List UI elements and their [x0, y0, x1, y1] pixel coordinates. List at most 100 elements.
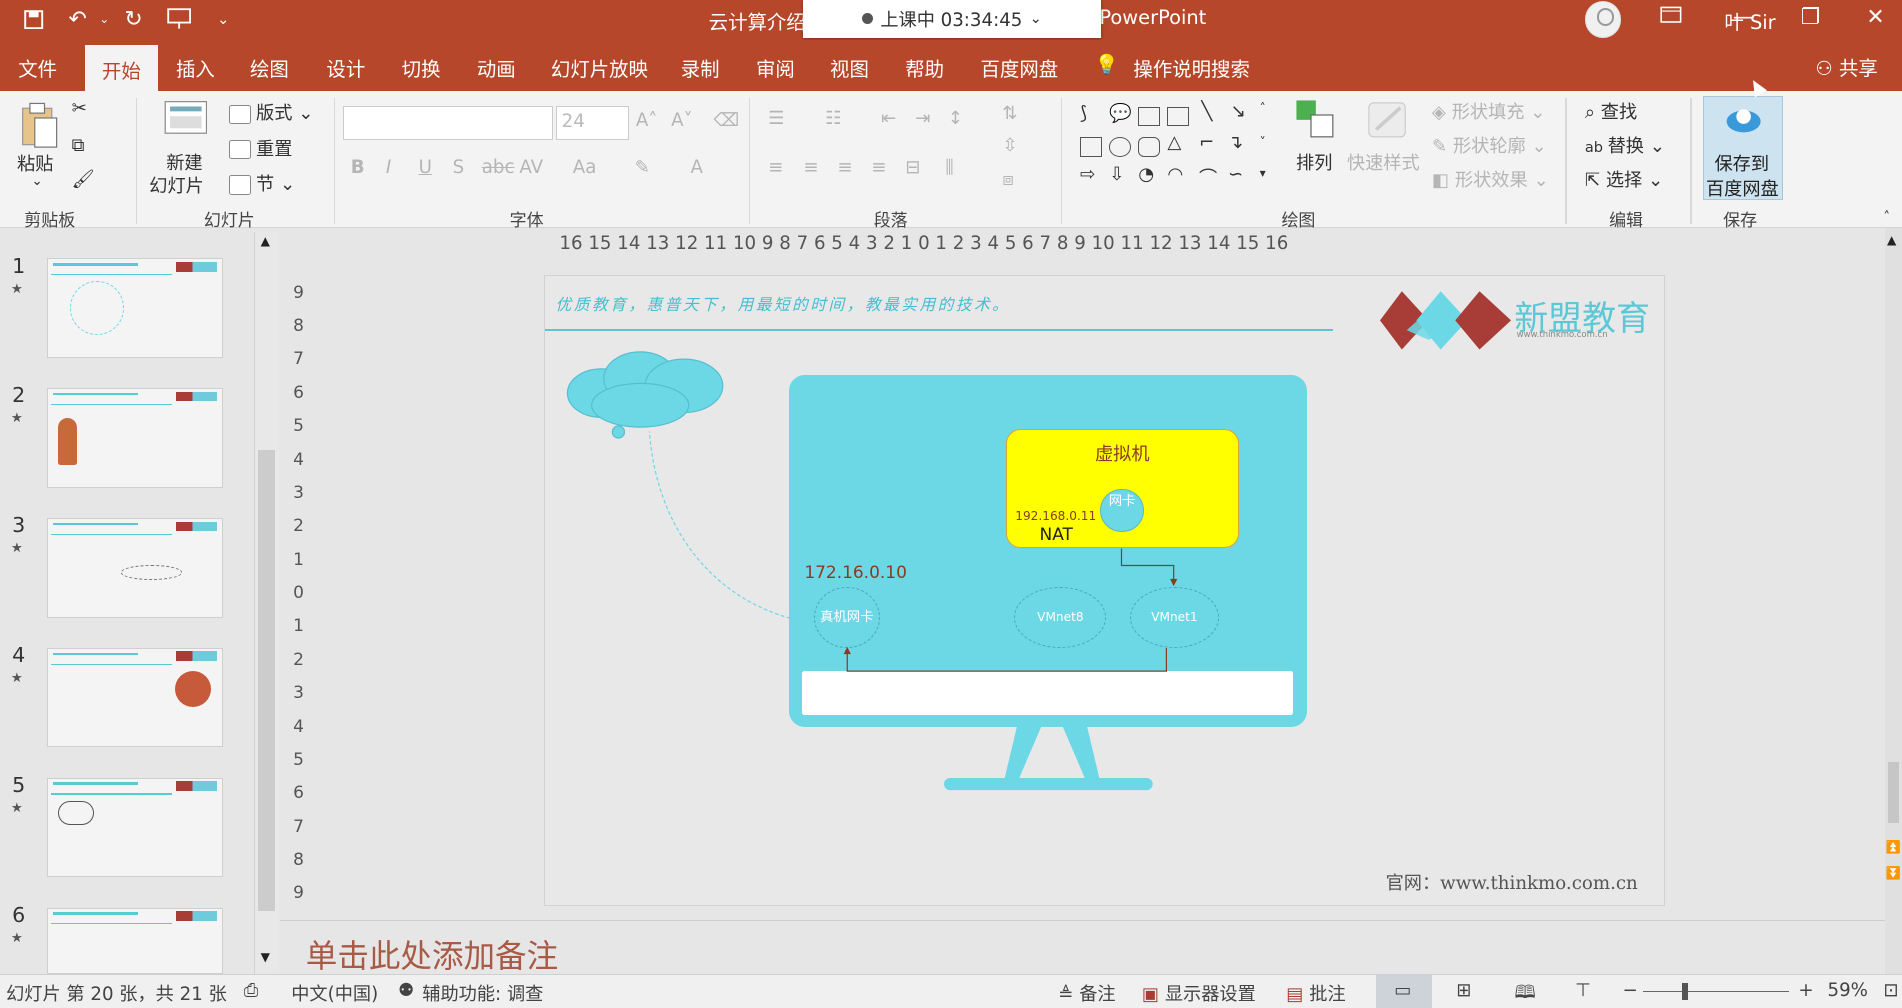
select-button[interactable]: ⇱ 选择 ⌄ [1585, 166, 1663, 192]
thumbnail-slide-2[interactable] [47, 388, 224, 488]
shape-elbow-arrow-icon[interactable]: ↴ [1228, 132, 1243, 153]
tab-record[interactable]: 录制 [681, 53, 720, 82]
reading-view-button[interactable]: 🕮 [1497, 975, 1553, 1008]
smartart-icon[interactable]: ⧈ [1002, 169, 1014, 190]
zoom-level[interactable]: 59% [1828, 980, 1868, 1001]
distribute-icon[interactable]: ⊟ [905, 157, 920, 178]
numbering-icon[interactable]: ☷ [825, 108, 841, 129]
minimize-icon[interactable]: — [1733, 5, 1755, 30]
zoom-in-button[interactable]: + [1798, 980, 1813, 1001]
align-right-icon[interactable]: ≡ [837, 157, 852, 178]
shape-right-arrow-icon[interactable]: ⇨ [1080, 164, 1095, 185]
increase-font-icon[interactable]: A˄ [636, 110, 658, 131]
avatar[interactable] [1584, 1, 1622, 38]
spellcheck-icon[interactable]: ⎙ [244, 980, 259, 1001]
redo-icon[interactable]: ↻ [119, 5, 148, 34]
thumbnail-slide-1[interactable] [47, 258, 224, 358]
scroll-up-icon[interactable]: ▲ [261, 234, 270, 248]
tab-draw[interactable]: 绘图 [250, 53, 289, 82]
present-icon[interactable] [165, 5, 194, 34]
italic-icon[interactable]: I [386, 157, 391, 178]
slide-canvas[interactable]: 优质教育，惠普天下，用最短的时间，教最实用的技术。 新盟教育 www.think… [543, 275, 1665, 907]
comments-toggle[interactable]: ▤ 批注 [1286, 980, 1345, 1006]
shape-fill-button[interactable]: ◈ 形状填充 ⌄ [1432, 98, 1546, 124]
tab-animations[interactable]: 动画 [477, 53, 516, 82]
shape-effects-button[interactable]: ◧ 形状效果 ⌄ [1432, 166, 1549, 192]
new-slide-icon[interactable] [164, 98, 208, 147]
format-painter-icon[interactable]: 🖌 [72, 169, 95, 190]
copy-icon[interactable]: ⧉ [72, 135, 85, 156]
shape-curve-arrow-icon[interactable]: ∽ [1228, 164, 1243, 185]
language-indicator[interactable]: 中文(中国) [291, 980, 378, 1006]
save-icon[interactable] [19, 5, 48, 34]
text-direction-icon[interactable]: ⇅ [1002, 103, 1017, 124]
recording-timer[interactable]: 上课中 03:34:45 ⌄ [803, 0, 1101, 38]
tab-view[interactable]: 视图 [830, 53, 869, 82]
clear-format-icon[interactable]: ⌫ [714, 110, 740, 131]
thumbnail-slide-5[interactable] [47, 777, 224, 878]
shape-triangle-icon[interactable]: △ [1167, 132, 1181, 153]
shape-rect-icon[interactable] [1080, 137, 1102, 157]
arrange-icon[interactable] [1294, 98, 1335, 144]
align-center-icon[interactable]: ≡ [803, 157, 818, 178]
shape-elbow-icon[interactable]: ⌐ [1199, 132, 1214, 153]
align-text-icon[interactable]: ⇳ [1002, 135, 1017, 156]
computer-monitor[interactable]: 虚拟机 192.168.0.11 NAT 网卡 172.16.0.10 真机网卡… [788, 374, 1307, 727]
strikethrough-icon[interactable]: abc [482, 157, 515, 178]
thumbnail-slide-3[interactable] [47, 518, 224, 618]
customize-toolbar-icon[interactable]: ⌄ [209, 5, 238, 34]
shape-line-icon[interactable]: ╲ [1201, 101, 1212, 122]
tab-design[interactable]: 设计 [326, 53, 365, 82]
font-color-icon[interactable]: A [690, 157, 702, 178]
zoom-out-button[interactable]: − [1622, 980, 1637, 1001]
next-slide-icon[interactable]: ⏬ [1886, 866, 1901, 880]
find-button[interactable]: ⌕ 查找 [1585, 98, 1637, 124]
accessibility-status[interactable]: 辅助功能: 调查 [422, 980, 543, 1006]
scroll-down-icon[interactable]: ▼ [261, 950, 270, 964]
shape-arrow-icon[interactable]: ↘ [1230, 101, 1245, 122]
notes-pane[interactable]: 单击此处添加备注 [280, 919, 1885, 977]
decrease-font-icon[interactable]: A˅ [671, 110, 693, 131]
tab-insert[interactable]: 插入 [176, 53, 215, 82]
bold-icon[interactable]: B [351, 157, 365, 178]
quick-styles-button[interactable]: 快速样式 [1347, 149, 1420, 175]
editor-scrollbar[interactable]: ▲ ⏫ ⏬ [1884, 228, 1902, 975]
shape-chord-icon[interactable]: ◠ [1167, 164, 1183, 185]
gallery-scroll-down-icon[interactable]: ˅ [1260, 135, 1266, 149]
close-icon[interactable]: ✕ [1866, 5, 1884, 30]
arrange-button[interactable]: 排列 [1296, 149, 1332, 175]
replace-button[interactable]: ab 替换 ⌄ [1585, 132, 1665, 158]
underline-icon[interactable]: U [419, 157, 432, 178]
shape-outline-button[interactable]: ✎ 形状轮廓 ⌄ [1432, 132, 1547, 158]
paste-icon[interactable] [19, 101, 58, 155]
shape-arc-icon[interactable]: ⌒ [1199, 164, 1217, 190]
save-to-baidu-button[interactable]: 保存到 百度网盘 [1702, 95, 1783, 201]
shape-textbox-icon[interactable] [1138, 106, 1161, 127]
line-spacing-icon[interactable]: ↕ [948, 108, 963, 129]
notes-toggle[interactable]: ≜ 备注 [1058, 980, 1115, 1006]
fit-slide-icon[interactable]: ⊡ [1883, 980, 1898, 1001]
columns-icon[interactable]: ⫼ [945, 157, 953, 178]
normal-view-button[interactable]: ▭ [1376, 975, 1432, 1008]
layout-button[interactable]: 版式 ⌄ [229, 99, 313, 125]
thumbnail-slide-6[interactable] [47, 907, 224, 975]
font-size-select[interactable]: 24 [555, 105, 629, 140]
slide-sorter-button[interactable]: ⊞ [1439, 975, 1495, 1008]
scrollbar-thumb[interactable] [258, 450, 276, 912]
undo-icon[interactable]: ↶ [63, 5, 92, 34]
tab-baidu-netdisk[interactable]: 百度网盘 [981, 53, 1059, 82]
quick-styles-icon[interactable] [1364, 98, 1413, 147]
tab-file[interactable]: 文件 [18, 53, 57, 82]
font-name-select[interactable] [343, 105, 554, 140]
align-left-icon[interactable]: ≡ [768, 157, 783, 178]
shape-textbox-v-icon[interactable] [1167, 106, 1190, 127]
justify-icon[interactable]: ≡ [871, 157, 886, 178]
paste-dropdown-icon[interactable]: ⌄ [32, 174, 43, 189]
display-settings[interactable]: ▣ 显示器设置 [1142, 980, 1256, 1006]
notes-placeholder[interactable]: 单击此处添加备注 [306, 931, 558, 977]
change-case-icon[interactable]: Aa [573, 157, 597, 178]
gallery-scroll-up-icon[interactable]: ˄ [1260, 101, 1266, 115]
tab-home[interactable]: 开始 [84, 44, 158, 91]
shape-callout-icon[interactable]: 💬 [1109, 103, 1132, 124]
prev-slide-icon[interactable]: ⏫ [1886, 840, 1901, 854]
